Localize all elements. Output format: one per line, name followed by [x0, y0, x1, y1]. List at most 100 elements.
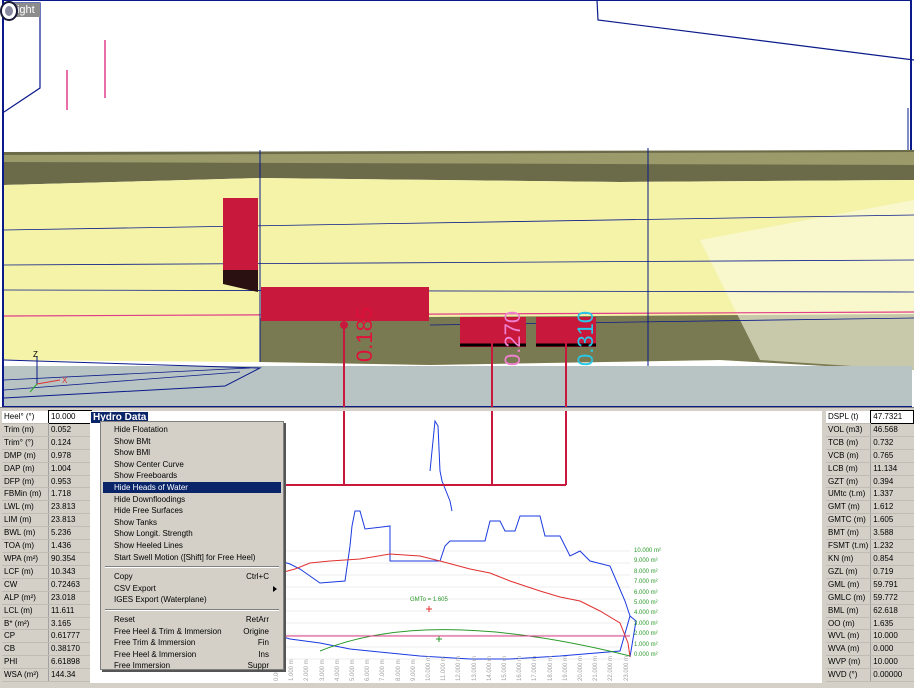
- menu-item-start-swell-motion-shift-for-free-heel[interactable]: Start Swell Motion ([Shift] for Free Hee…: [103, 552, 281, 563]
- right-value[interactable]: 1.635: [870, 617, 914, 631]
- right-value[interactable]: 0.854: [870, 552, 914, 566]
- right-value[interactable]: 59.772: [870, 591, 914, 605]
- menu-item-csv-export[interactable]: CSV Export: [103, 583, 281, 594]
- left-value[interactable]: 23.813: [48, 500, 92, 515]
- right-value[interactable]: 62.618: [870, 604, 914, 618]
- right-value[interactable]: 1.232: [870, 539, 914, 553]
- menu-item-reset[interactable]: Reset RetArr: [103, 614, 281, 625]
- menu-item-hide-floatation[interactable]: Hide Floatation: [103, 424, 281, 435]
- menu-item-copy[interactable]: Copy Ctrl+C: [103, 571, 281, 582]
- right-row-wvp-m: WVP (m) 10.000: [826, 655, 914, 670]
- left-value[interactable]: 144.34: [48, 668, 92, 683]
- menu-item-label: IGES Export (Waterplane): [114, 595, 207, 605]
- right-value[interactable]: 0.394: [870, 475, 914, 489]
- right-label: GMT (m): [826, 500, 871, 515]
- left-value[interactable]: 23.813: [48, 513, 92, 528]
- right-value[interactable]: 0.719: [870, 565, 914, 579]
- left-row-alp-m: ALP (m²) 23.018: [2, 591, 92, 605]
- right-label: WVP (m): [826, 655, 871, 670]
- left-value[interactable]: 5.236: [48, 526, 92, 541]
- hydro-left-table: Heel° (°) 10.000 Trim (m) 0.052 Trim° (°) 0.1…: [2, 410, 92, 683]
- x-tick-label: 18.000 m: [547, 655, 554, 681]
- menu-item-hide-heads-of-water[interactable]: Hide Heads of Water: [103, 482, 281, 493]
- left-value[interactable]: 0.052: [48, 423, 92, 437]
- left-label: FBMin (m): [2, 487, 49, 502]
- left-value[interactable]: 0.953: [48, 475, 92, 489]
- left-value[interactable]: 1.436: [48, 539, 92, 553]
- left-value[interactable]: 1.004: [48, 462, 92, 476]
- menu-item-label: Show Tanks: [114, 517, 157, 527]
- right-value[interactable]: 59.791: [870, 578, 914, 592]
- right-label: FSMT (t.m): [826, 539, 871, 553]
- menu-item-show-bmt[interactable]: Show BMt: [103, 436, 281, 447]
- left-value[interactable]: 0.124: [48, 436, 92, 450]
- menu-item-label: Show Longit. Strength: [114, 529, 193, 539]
- left-value[interactable]: 10.343: [48, 565, 92, 579]
- left-label: CP: [2, 629, 49, 644]
- menu-item-show-tanks[interactable]: Show Tanks: [103, 517, 281, 528]
- right-value[interactable]: 0.000: [870, 642, 914, 657]
- left-value[interactable]: 6.61898: [48, 655, 92, 670]
- left-label: CW: [2, 578, 49, 592]
- menu-item-shortcut: Suppr: [247, 661, 269, 671]
- right-value[interactable]: 10.000: [870, 655, 914, 670]
- left-value[interactable]: 23.018: [48, 591, 92, 605]
- menu-item-iges-export-waterplane[interactable]: IGES Export (Waterplane): [103, 594, 281, 605]
- left-label: LWL (m): [2, 500, 49, 515]
- menu-item-show-longit-strength[interactable]: Show Longit. Strength: [103, 528, 281, 539]
- left-value[interactable]: 10.000: [48, 410, 92, 424]
- left-value[interactable]: 0.978: [48, 449, 92, 463]
- right-value[interactable]: 46.568: [870, 423, 914, 437]
- right-value[interactable]: 0.732: [870, 436, 914, 450]
- menu-item-free-immersion[interactable]: Free Immersion Suppr: [103, 660, 281, 671]
- left-label: LCL (m): [2, 604, 49, 618]
- left-row-phi: PHI 6.61898: [2, 655, 92, 670]
- menu-item-free-heel-trim-immersion[interactable]: Free Heel & Trim & Immersion Origine: [103, 626, 281, 637]
- left-value[interactable]: 0.38170: [48, 642, 92, 657]
- right-value[interactable]: 3.588: [870, 526, 914, 541]
- left-row-lcl-m: LCL (m) 11.611: [2, 604, 92, 618]
- left-value[interactable]: 0.72463: [48, 578, 92, 592]
- menu-item-show-heeled-lines[interactable]: Show Heeled Lines: [103, 540, 281, 551]
- y-tick-label: 10.000 m²: [634, 548, 662, 554]
- x-tick-label: 2.000 m: [304, 659, 311, 681]
- axis-x-label: X: [62, 376, 68, 385]
- right-value[interactable]: 1.612: [870, 500, 914, 515]
- menu-item-hide-downfloodings[interactable]: Hide Downfloodings: [103, 494, 281, 505]
- menu-item-hide-free-surfaces[interactable]: Hide Free Surfaces: [103, 505, 281, 516]
- menu-item-show-freeboards[interactable]: Show Freeboards: [103, 470, 281, 481]
- right-value[interactable]: 47.7321: [870, 410, 914, 424]
- cylinder-icon[interactable]: [0, 0, 18, 22]
- left-label: TOA (m): [2, 539, 49, 553]
- right-value[interactable]: 1.337: [870, 487, 914, 502]
- left-value[interactable]: 90.354: [48, 552, 92, 566]
- left-value[interactable]: 11.611: [48, 604, 92, 618]
- right-value[interactable]: 0.765: [870, 449, 914, 463]
- left-value[interactable]: 1.718: [48, 487, 92, 502]
- right-value[interactable]: 11.134: [870, 462, 914, 476]
- menu-item-show-center-curve[interactable]: Show Center Curve: [103, 459, 281, 470]
- left-row-cp: CP 0.61777: [2, 629, 92, 644]
- right-value[interactable]: 0.00000: [870, 668, 914, 683]
- menu-separator: [105, 566, 279, 569]
- y-tick-label: 0.000 m²: [634, 652, 658, 658]
- right-value[interactable]: 1.605: [870, 513, 914, 528]
- head-label-1: 0.185: [352, 306, 377, 362]
- right-value[interactable]: 10.000: [870, 629, 914, 644]
- left-label: BWL (m): [2, 526, 49, 541]
- left-row-dfp-m: DFP (m) 0.953: [2, 475, 92, 489]
- x-tick-label: 6.000 m: [365, 659, 372, 681]
- left-label: LCF (m): [2, 565, 49, 579]
- left-label: Trim (m): [2, 423, 49, 437]
- menu-item-show-bml[interactable]: Show BMl: [103, 447, 281, 458]
- menu-item-label: Hide Heads of Water: [114, 483, 188, 492]
- viewport-right-view[interactable]: Right Z X 0.185 0.270 0.310: [0, 0, 914, 407]
- menu-item-free-trim-immersion[interactable]: Free Trim & Immersion Fin: [103, 637, 281, 648]
- left-value[interactable]: 0.61777: [48, 629, 92, 644]
- left-value[interactable]: 3.165: [48, 617, 92, 631]
- left-label: ALP (m²): [2, 591, 49, 605]
- y-tick-label: 7.000 m²: [634, 579, 658, 586]
- left-label: CB: [2, 642, 49, 657]
- left-label: Trim° (°): [2, 436, 49, 450]
- menu-item-free-heel-immersion[interactable]: Free Heel & Immersion Ins: [103, 649, 281, 660]
